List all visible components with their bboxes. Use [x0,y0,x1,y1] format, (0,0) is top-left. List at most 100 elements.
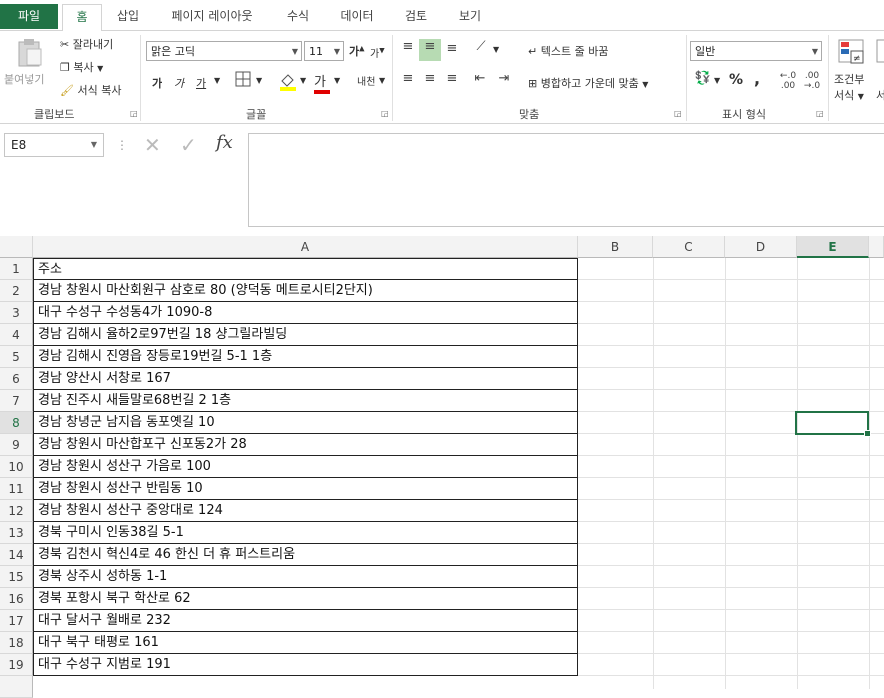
conditional-formatting-icon[interactable]: ≠ [836,37,866,67]
address-cell[interactable]: 대구 북구 태평로 161 [33,632,578,654]
tab-data[interactable]: 데이터 [330,4,384,29]
number-launcher-icon[interactable]: ◲ [816,109,824,118]
fill-color-icon[interactable] [278,71,298,91]
phonetic-dropdown-icon[interactable]: ▼ [379,76,385,85]
address-cell[interactable]: 경남 창녕군 남지읍 동포옛길 10 [33,412,578,434]
address-cell[interactable]: 경남 진주시 새들말로68번길 2 1층 [33,390,578,412]
cut-button[interactable]: ✂ 잘라내기 [60,36,113,52]
row-header[interactable]: 13 [0,522,33,544]
address-cell[interactable]: 경남 창원시 성산구 중앙대로 124 [33,500,578,522]
tab-review[interactable]: 검토 [394,4,438,29]
row-header[interactable]: 5 [0,346,33,368]
tab-page-layout[interactable]: 페이지 레이아웃 [160,4,264,29]
row-header[interactable]: 2 [0,280,33,302]
orientation-icon[interactable]: ⟋ [470,39,492,59]
column-header-d[interactable]: D [725,236,797,258]
tab-file[interactable]: 파일 [0,4,58,29]
row-header[interactable]: 6 [0,368,33,390]
currency-dropdown-icon[interactable]: ▼ [714,76,720,85]
tab-home[interactable]: 홈 [62,4,102,32]
address-cell[interactable]: 경남 김해시 진영읍 장등로19번길 5-1 1층 [33,346,578,368]
align-top-icon[interactable]: ≡ [398,39,418,59]
row-header[interactable]: 1 [0,258,33,280]
address-cell[interactable]: 대구 수성구 수성동4가 1090-8 [33,302,578,324]
row-header[interactable]: 18 [0,632,33,654]
font-color-dropdown-icon[interactable]: ▼ [334,76,340,85]
enter-check-icon[interactable]: ✓ [180,133,197,157]
row-header[interactable]: 14 [0,544,33,566]
clipboard-launcher-icon[interactable]: ◲ [130,109,138,118]
currency-icon[interactable]: 💱 [692,71,714,91]
format-painter-button[interactable]: 🖌 서식 복사 [60,82,121,98]
copy-button[interactable]: ❐ 복사 ▼ [60,59,103,75]
format-as-table-icon[interactable] [876,37,884,67]
row-header[interactable]: 11 [0,478,33,500]
font-color-button[interactable]: 가 [314,71,330,94]
wrap-text-button[interactable]: ↵ 텍스트 줄 바꿈 [528,43,608,59]
row-header[interactable]: 12 [0,500,33,522]
column-header-e[interactable]: E [797,236,869,258]
name-box[interactable]: E8 ▼ [4,133,104,157]
align-middle-icon[interactable]: ≡ [419,39,441,61]
select-all-corner[interactable] [0,236,33,258]
font-name-select[interactable]: 맑은 고딕 ▼ [146,41,302,61]
grow-font-button[interactable]: 가▲ [349,43,365,59]
borders-icon[interactable] [234,71,252,89]
percent-button[interactable]: % [729,72,743,88]
underline-dropdown-icon[interactable]: ▼ [214,76,220,85]
decrease-indent-icon[interactable]: ⇤ [470,71,490,91]
fill-color-dropdown-icon[interactable]: ▼ [300,76,306,85]
increase-decimal-icon[interactable]: ←.0.00 [778,71,798,91]
decrease-decimal-icon[interactable]: .00 →.0 [802,71,822,91]
align-right-icon[interactable]: ≡ [442,71,462,91]
address-cell[interactable]: 경북 구미시 인동38길 5-1 [33,522,578,544]
orientation-dropdown-icon[interactable]: ▼ [493,45,499,54]
row-header[interactable]: 4 [0,324,33,346]
address-cell[interactable]: 경북 포항시 북구 학산로 62 [33,588,578,610]
row-header[interactable]: 3 [0,302,33,324]
bold-button[interactable]: 가 [152,75,162,91]
formula-input[interactable] [248,133,884,227]
address-cell[interactable]: 경남 창원시 마산회원구 삼호로 80 (양덕동 메트로시티2단지) [33,280,578,302]
row-header[interactable]: 8 [0,412,33,434]
paste-icon[interactable] [14,37,44,67]
alignment-launcher-icon[interactable]: ◲ [674,109,682,118]
column-header-b[interactable]: B [578,236,653,258]
phonetic-button[interactable]: 내천 [357,73,375,88]
align-center-icon[interactable]: ≡ [420,71,440,91]
address-cell[interactable]: 경남 창원시 성산구 반림동 10 [33,478,578,500]
comma-button[interactable]: , [754,69,760,88]
conditional-formatting-button[interactable]: 조건부 서식 ▼ [834,71,864,103]
merge-center-button[interactable]: ⊞ 병합하고 가운데 맞춤 ▼ [528,75,648,91]
tab-insert[interactable]: 삽입 [108,4,148,29]
cancel-icon[interactable]: ✕ [144,133,161,157]
row-header[interactable]: 7 [0,390,33,412]
row-header[interactable]: 9 [0,434,33,456]
paste-button[interactable]: 붙여넣기 [4,71,44,87]
address-cell[interactable]: 대구 수성구 지범로 191 [33,654,578,676]
column-header-f[interactable] [869,236,884,258]
italic-button[interactable]: 가 [174,75,184,91]
active-cell-e8[interactable] [795,411,871,437]
row-header[interactable] [0,676,33,698]
tab-formulas[interactable]: 수식 [276,4,320,29]
row-header[interactable]: 16 [0,588,33,610]
underline-button[interactable]: 가 [196,75,206,91]
row-header[interactable]: 19 [0,654,33,676]
address-cell[interactable]: 경남 창원시 마산합포구 신포동2가 28 [33,434,578,456]
align-bottom-icon[interactable]: ≡ [442,41,462,61]
tab-view[interactable]: 보기 [448,4,492,29]
shrink-font-button[interactable]: 가▼ [370,45,385,60]
insert-function-icon[interactable]: fx [216,132,233,153]
row-header[interactable]: 17 [0,610,33,632]
address-cell[interactable]: 경남 양산시 서창로 167 [33,368,578,390]
borders-dropdown-icon[interactable]: ▼ [256,76,262,85]
row-header[interactable]: 15 [0,566,33,588]
address-cell[interactable]: 경북 김천시 혁신4로 46 한신 더 휴 퍼스트리움 [33,544,578,566]
column-header-a[interactable]: A [33,236,578,258]
align-left-icon[interactable]: ≡ [398,71,418,91]
address-cell[interactable]: 경남 김해시 율하2로97번길 18 샹그릴라빌딩 [33,324,578,346]
row-header[interactable]: 10 [0,456,33,478]
font-size-select[interactable]: 11 ▼ [304,41,344,61]
address-cell[interactable]: 대구 달서구 월배로 232 [33,610,578,632]
